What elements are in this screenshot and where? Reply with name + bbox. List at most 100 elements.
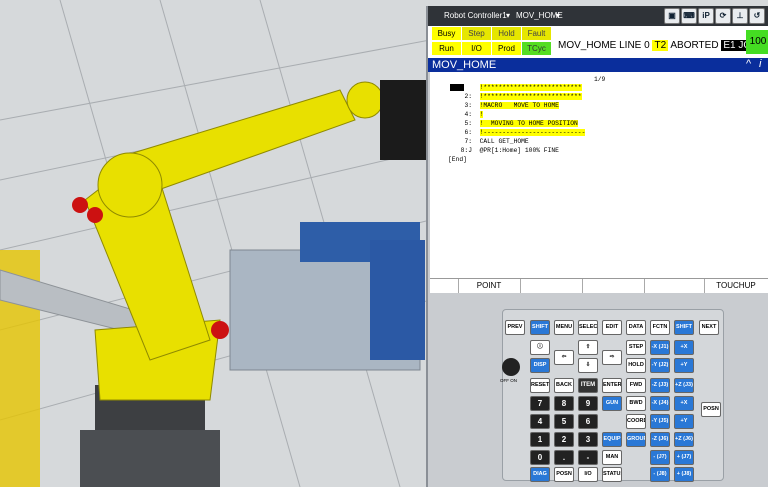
led-run: Run: [432, 42, 461, 55]
jog-plus-rz-key[interactable]: +Z (J6): [674, 432, 694, 447]
digit-3-key[interactable]: 3: [578, 432, 598, 447]
program-line[interactable]: 4: !: [452, 111, 484, 118]
select-key[interactable]: SELECT: [578, 320, 598, 335]
digit-5-key[interactable]: 5: [554, 414, 574, 429]
teach-enable-switch-icon[interactable]: [502, 358, 520, 376]
down-arrow-icon[interactable]: ⇩: [578, 358, 598, 373]
f2-key[interactable]: [520, 279, 583, 293]
up-arrow-icon[interactable]: ⇧: [578, 340, 598, 355]
machine-door: [370, 240, 425, 360]
bwd-key[interactable]: BWD: [626, 396, 646, 411]
step-key[interactable]: STEP: [626, 340, 646, 355]
posn-side-key[interactable]: POSN: [701, 402, 721, 417]
function-key-bar: POINT TOUCHUP: [430, 278, 768, 293]
jog-plus-y-key[interactable]: +Y (J2): [674, 358, 694, 373]
prev-key[interactable]: PREV: [505, 320, 525, 335]
status-bar: Busy Step Hold Fault Run I/O Prod TCyc M…: [428, 26, 768, 58]
left-arrow-icon[interactable]: ⇦: [554, 350, 574, 365]
jog-minus-j7-key[interactable]: - (J7): [650, 450, 670, 465]
line-info: MOV_HOME LINE 0: [558, 40, 650, 51]
reset-key[interactable]: RESET: [530, 378, 550, 393]
ip-icon[interactable]: iP: [698, 8, 714, 24]
digit-9-key[interactable]: 9: [578, 396, 598, 411]
item-key[interactable]: ITEM: [578, 378, 598, 393]
program-line[interactable]: 5: ! MOVING TO HOME POSITION: [452, 120, 578, 127]
program-header: MOV_HOME ^ i: [428, 58, 768, 72]
info-icon[interactable]: i: [759, 58, 761, 70]
refresh-icon[interactable]: ⟳: [715, 8, 731, 24]
posn-key[interactable]: POSN: [554, 467, 574, 482]
teach-pendant-keypad: PREV SHIFT MENU SELECT EDIT DATA FCTN SH…: [502, 309, 724, 482]
undo-icon[interactable]: ↺: [749, 8, 765, 24]
keyboard-icon[interactable]: ⌨: [681, 8, 697, 24]
digit-7-key[interactable]: 7: [530, 396, 550, 411]
fctn-key[interactable]: FCTN: [650, 320, 670, 335]
program-editor[interactable]: 1/9 1: !************************** 2: !*…: [430, 72, 768, 278]
program-line[interactable]: 6: !---------------------------: [452, 129, 586, 136]
f4-key[interactable]: [644, 279, 705, 293]
program-line[interactable]: 8:J @PR[1:Home] 100% FINE: [452, 147, 559, 154]
jog-plus-x-key[interactable]: +X (J1): [674, 340, 694, 355]
jog-minus-z-key[interactable]: -Z (J3): [650, 378, 670, 393]
f3-key[interactable]: [582, 279, 645, 293]
override-badge: 100: [746, 30, 768, 54]
status-line: MOV_HOME LINE 0 T2 ABORTED E1 JOINT: [558, 40, 768, 51]
hold-key[interactable]: HOLD: [626, 358, 646, 373]
next-key[interactable]: NEXT: [699, 320, 719, 335]
backspace-key[interactable]: BACK SPACE: [554, 378, 574, 393]
coord-key[interactable]: COORD: [626, 414, 646, 429]
jog-minus-rx-key[interactable]: -X (J4): [650, 396, 670, 411]
display-icon[interactable]: ▣: [664, 8, 680, 24]
collapse-icon[interactable]: ^: [746, 58, 751, 70]
program-line[interactable]: 3: !MACRO MOVE TO HOME: [452, 102, 559, 109]
digit-1-key[interactable]: 1: [530, 432, 550, 447]
gun-key[interactable]: GUN: [602, 396, 622, 411]
fwd-key[interactable]: FWD: [626, 378, 646, 393]
program-line[interactable]: 7: CALL GET_HOME: [452, 138, 528, 145]
status-key[interactable]: STATUS: [602, 467, 622, 482]
jog-minus-ry-key[interactable]: -Y (J5): [650, 414, 670, 429]
led-tcyc: TCyc: [522, 42, 551, 55]
shift-right-key[interactable]: SHIFT: [674, 320, 694, 335]
jog-plus-ry-key[interactable]: +Y (J5): [674, 414, 694, 429]
f5-touchup-key[interactable]: TOUCHUP: [704, 279, 768, 293]
jog-plus-j8-key[interactable]: + (J8): [674, 467, 694, 482]
program-line[interactable]: 2: !**************************: [452, 93, 582, 100]
f1-point-key[interactable]: POINT: [458, 279, 521, 293]
digit-2-key[interactable]: 2: [554, 432, 574, 447]
digit-8-key[interactable]: 8: [554, 396, 574, 411]
decimal-key[interactable]: .: [554, 450, 574, 465]
program-end: [End]: [448, 156, 467, 163]
jog-plus-j7-key[interactable]: + (J7): [674, 450, 694, 465]
minus-key[interactable]: -: [578, 450, 598, 465]
digit-6-key[interactable]: 6: [578, 414, 598, 429]
menu-key[interactable]: MENU: [554, 320, 574, 335]
enter-key[interactable]: ENTER: [602, 378, 622, 393]
jog-minus-rz-key[interactable]: -Z (J6): [650, 432, 670, 447]
man-fnct-key[interactable]: MAN FNCT: [602, 450, 622, 465]
io-key[interactable]: I/O: [578, 467, 598, 482]
info-key-icon[interactable]: ⓘ: [530, 340, 550, 355]
shift-left-key[interactable]: SHIFT: [530, 320, 550, 335]
edit-key[interactable]: EDIT: [602, 320, 622, 335]
mode-badge: T2: [652, 40, 669, 51]
pin-icon[interactable]: ⊥: [732, 8, 748, 24]
jog-plus-rx-key[interactable]: +X (J4): [674, 396, 694, 411]
jog-minus-x-key[interactable]: -X (J1): [650, 340, 670, 355]
digit-4-key[interactable]: 4: [530, 414, 550, 429]
teach-pendant-window[interactable]: Robot Controller1 ▾ MOV_HOME ▾ ▣ ⌨ iP ⟳ …: [426, 6, 768, 487]
pendant-titlebar: Robot Controller1 ▾ MOV_HOME ▾ ▣ ⌨ iP ⟳ …: [428, 6, 768, 26]
diag-help-key[interactable]: DIAG HELP: [530, 467, 550, 482]
digit-0-key[interactable]: 0: [530, 450, 550, 465]
jog-minus-y-key[interactable]: -Y (J2): [650, 358, 670, 373]
controller-menu[interactable]: Robot Controller1: [444, 11, 507, 20]
jog-minus-j8-key[interactable]: - (J8): [650, 467, 670, 482]
group-key[interactable]: GROUP: [626, 432, 646, 447]
disp-key[interactable]: DISP: [530, 358, 550, 373]
right-arrow-icon[interactable]: ⇨: [602, 350, 622, 365]
equip-key[interactable]: EQUIP: [602, 432, 622, 447]
data-key[interactable]: DATA: [626, 320, 646, 335]
jog-plus-z-key[interactable]: +Z (J3): [674, 378, 694, 393]
f1-key[interactable]: [430, 279, 459, 293]
program-line[interactable]: 1: !**************************: [452, 84, 582, 91]
